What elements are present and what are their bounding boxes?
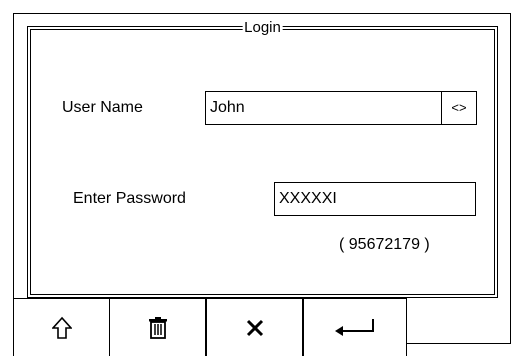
user-name-label: User Name bbox=[62, 99, 143, 116]
trash-icon bbox=[147, 316, 169, 340]
delete-button[interactable] bbox=[109, 298, 206, 356]
password-value: XXXXXI bbox=[279, 190, 337, 207]
softkey-toolbar bbox=[13, 298, 407, 356]
shift-up-arrow-icon bbox=[51, 316, 72, 340]
user-name-value: John bbox=[210, 99, 245, 116]
code-display: ( 95672179 ) bbox=[339, 236, 430, 253]
password-field[interactable]: XXXXXI bbox=[274, 182, 476, 216]
enter-return-icon bbox=[333, 317, 377, 339]
shift-button[interactable] bbox=[13, 298, 110, 356]
login-dialog: Login User Name John <> Enter Password X… bbox=[27, 19, 498, 298]
close-x-icon bbox=[245, 318, 265, 338]
user-select-toggle-button[interactable]: <> bbox=[442, 92, 476, 124]
enter-button[interactable] bbox=[303, 298, 407, 356]
user-name-field[interactable]: John <> bbox=[205, 91, 477, 125]
dialog-title: Login bbox=[242, 19, 283, 36]
password-label: Enter Password bbox=[73, 190, 186, 207]
cancel-button[interactable] bbox=[206, 298, 303, 356]
